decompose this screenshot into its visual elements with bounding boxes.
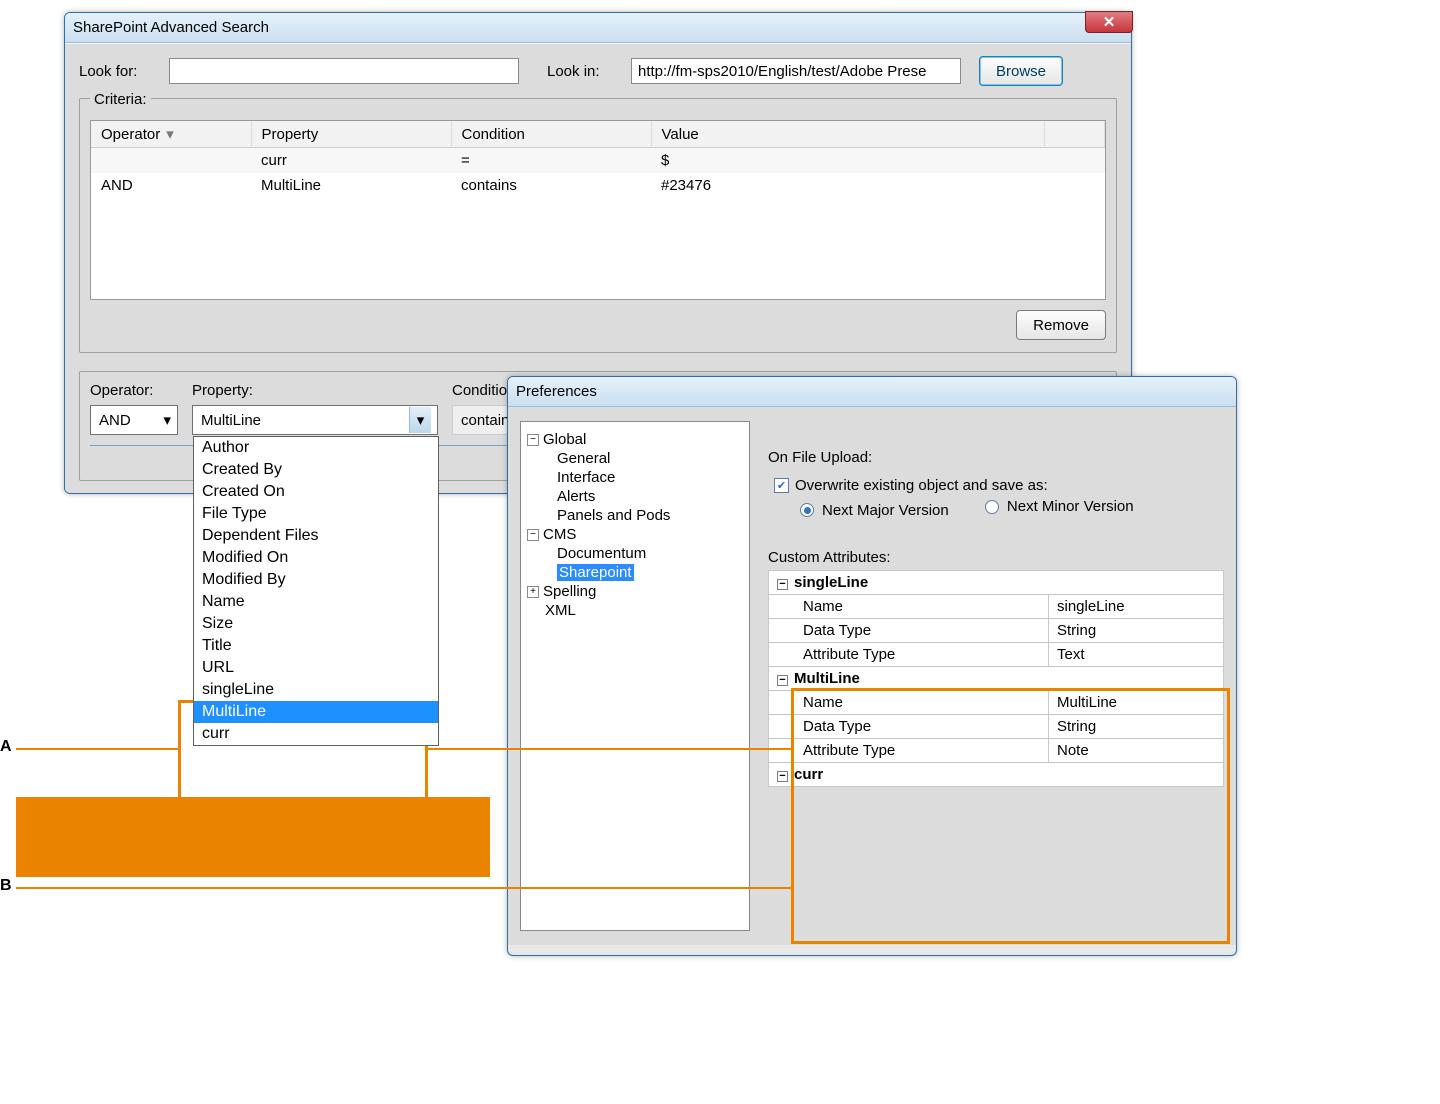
checkbox-icon: ✔ (774, 478, 789, 493)
dropdown-item[interactable]: Name (194, 591, 438, 613)
collapse-icon[interactable]: − (527, 529, 539, 541)
criteria-row[interactable]: AND MultiLine contains #23476 (91, 173, 1105, 198)
collapse-icon[interactable]: − (777, 771, 788, 782)
dropdown-item[interactable]: Title (194, 635, 438, 657)
sort-icon[interactable]: ▾ (166, 125, 174, 143)
dlg2-titlebar[interactable]: Preferences (508, 377, 1236, 407)
tree-panels[interactable]: Panels and Pods (557, 506, 743, 525)
tree-documentum[interactable]: Documentum (557, 544, 743, 563)
radio-major[interactable]: Next Major Version (800, 502, 949, 519)
operator-label: Operator: (90, 382, 178, 399)
tree-xml[interactable]: XML (545, 601, 743, 620)
criteria-grid[interactable]: Operator ▾ Property Condition Value curr … (90, 120, 1106, 300)
close-icon: ✕ (1103, 13, 1116, 31)
dropdown-item[interactable]: Author (194, 437, 438, 459)
property-label: Property: (192, 382, 438, 399)
collapse-icon[interactable]: − (777, 675, 788, 686)
remove-button[interactable]: Remove (1016, 310, 1106, 340)
dropdown-item[interactable]: Dependent Files (194, 525, 438, 547)
collapse-icon[interactable]: − (527, 434, 539, 446)
col-value[interactable]: Value (651, 121, 1045, 148)
callout-a: A (0, 738, 12, 756)
dropdown-item[interactable]: File Type (194, 503, 438, 525)
dlg1-title: SharePoint Advanced Search (73, 19, 269, 36)
look-in-label: Look in: (547, 63, 621, 80)
dropdown-item[interactable]: Created By (194, 459, 438, 481)
tree-general[interactable]: General (557, 449, 743, 468)
custom-attributes-table[interactable]: −singleLine NamesingleLine Data TypeStri… (768, 570, 1224, 787)
dropdown-item[interactable]: Modified By (194, 569, 438, 591)
tree-alerts[interactable]: Alerts (557, 487, 743, 506)
dropdown-item[interactable]: Created On (194, 481, 438, 503)
expand-icon[interactable]: + (527, 586, 539, 598)
tree-global[interactable]: −Global (527, 430, 743, 449)
dropdown-item[interactable]: curr (194, 723, 438, 745)
browse-button[interactable]: Browse (979, 56, 1063, 86)
criteria-row[interactable]: curr = $ (91, 148, 1105, 174)
close-button[interactable]: ✕ (1085, 11, 1133, 33)
upload-label: On File Upload: (768, 449, 1224, 466)
col-property[interactable]: Property (251, 121, 451, 148)
operator-select[interactable]: AND ▾ (90, 405, 178, 435)
tree-cms[interactable]: −CMS (527, 525, 743, 544)
chevron-down-icon: ▾ (163, 411, 171, 429)
radio-minor[interactable]: Next Minor Version (985, 498, 1134, 515)
chevron-down-icon: ▾ (409, 407, 431, 433)
look-for-input[interactable] (169, 58, 519, 84)
collapse-icon[interactable]: − (777, 579, 788, 590)
dropdown-item[interactable]: URL (194, 657, 438, 679)
col-condition[interactable]: Condition (451, 121, 651, 148)
col-operator[interactable]: Operator (101, 126, 160, 143)
look-in-input[interactable] (631, 58, 961, 84)
overwrite-checkbox[interactable]: ✔ Overwrite existing object and save as: (774, 477, 1048, 494)
dropdown-item[interactable]: Size (194, 613, 438, 635)
dropdown-item[interactable]: MultiLine (194, 701, 438, 723)
tree-interface[interactable]: Interface (557, 468, 743, 487)
callout-b: B (0, 877, 12, 895)
dropdown-item[interactable]: Modified On (194, 547, 438, 569)
custom-attr-label: Custom Attributes: (768, 549, 1224, 566)
tree-sharepoint[interactable]: Sharepoint (557, 563, 743, 582)
dlg1-titlebar[interactable]: SharePoint Advanced Search ✕ (65, 13, 1131, 43)
dropdown-item[interactable]: singleLine (194, 679, 438, 701)
look-for-label: Look for: (79, 63, 159, 80)
pref-tree[interactable]: −Global General Interface Alerts Panels … (520, 421, 750, 931)
property-dropdown[interactable]: AuthorCreated ByCreated OnFile TypeDepen… (193, 436, 439, 746)
property-select[interactable]: MultiLine ▾ AuthorCreated ByCreated OnFi… (192, 405, 438, 435)
dlg2-title: Preferences (516, 383, 597, 400)
tree-spelling[interactable]: +Spelling (527, 582, 743, 601)
criteria-label: Criteria: (90, 91, 151, 108)
